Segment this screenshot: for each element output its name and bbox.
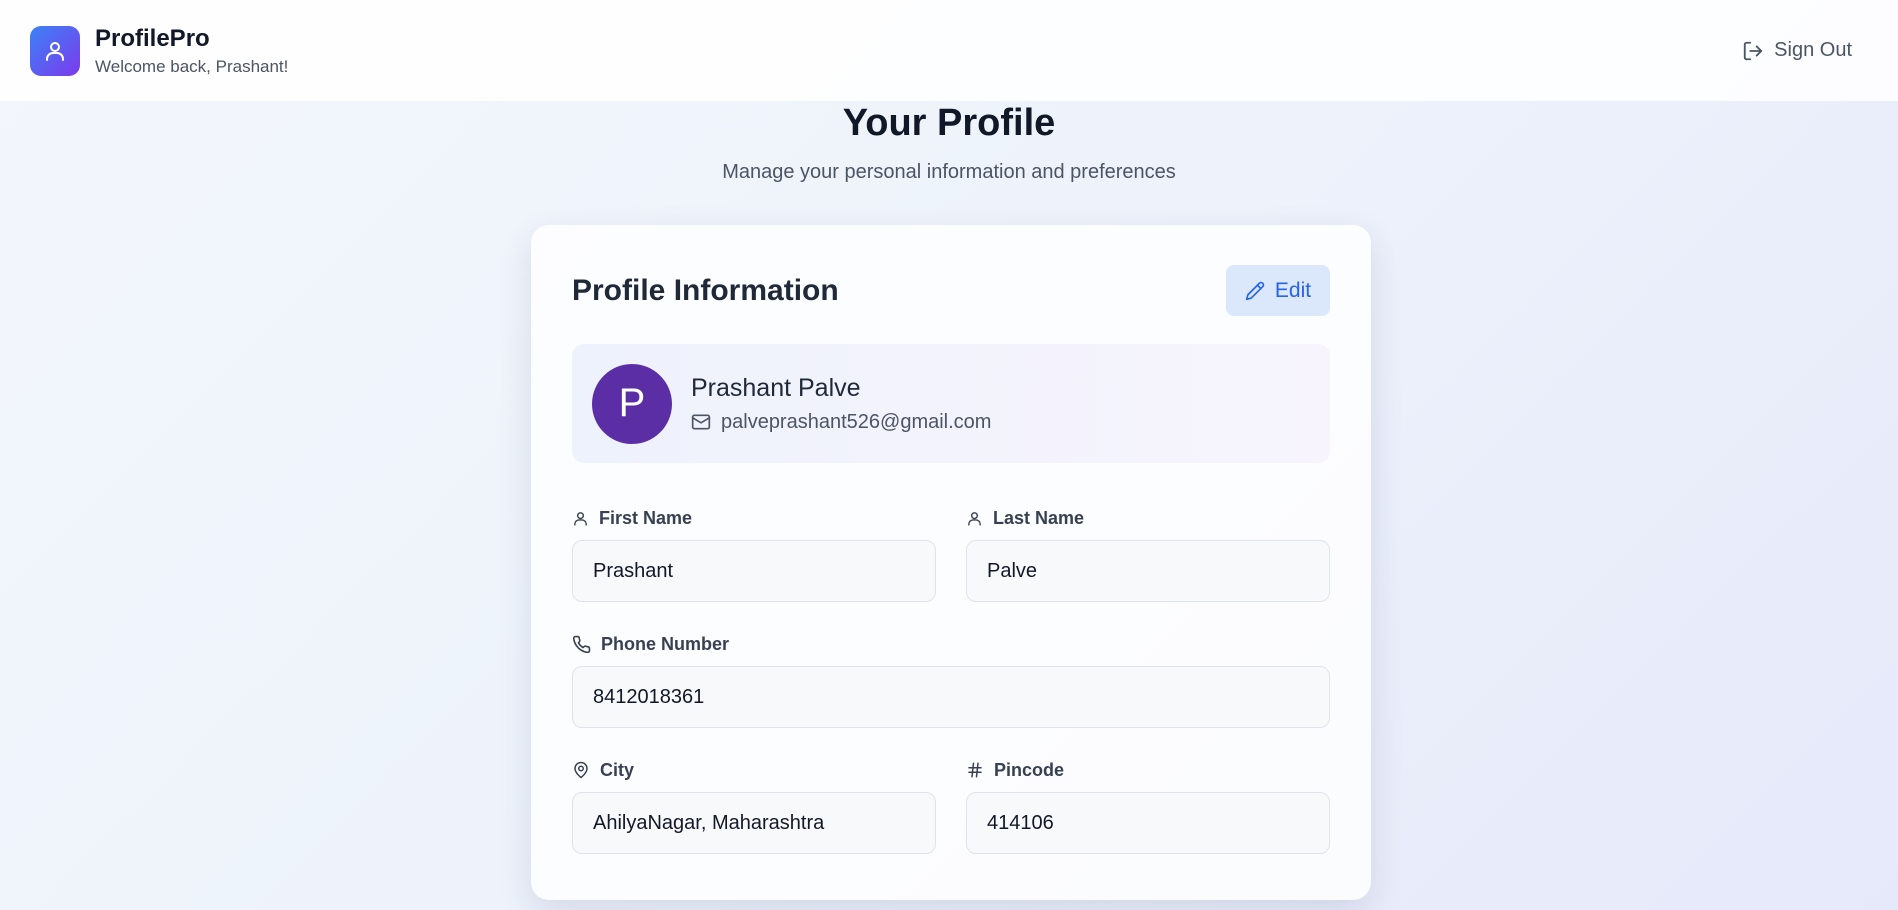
edit-button[interactable]: Edit bbox=[1226, 265, 1330, 316]
user-icon bbox=[574, 511, 587, 526]
mail-icon bbox=[691, 414, 711, 430]
last-name-input[interactable] bbox=[966, 540, 1330, 602]
welcome-message: Welcome back, Prashant! bbox=[95, 56, 289, 76]
pincode-field: Pincode bbox=[966, 759, 1330, 854]
city-input[interactable] bbox=[572, 792, 936, 854]
phone-label: Phone Number bbox=[572, 633, 1330, 655]
first-name-label: First Name bbox=[572, 507, 936, 529]
card-header: Profile Information Edit bbox=[572, 265, 1330, 316]
city-field: City bbox=[572, 759, 936, 854]
profile-card: Profile Information Edit P Prashant Palv… bbox=[531, 225, 1371, 900]
hash-icon bbox=[968, 762, 982, 778]
last-name-label: Last Name bbox=[966, 507, 1330, 529]
user-full-name: Prashant Palve bbox=[691, 373, 861, 402]
phone-icon bbox=[572, 635, 591, 653]
user-email-row: palveprashant526@gmail.com bbox=[691, 411, 991, 434]
phone-field: Phone Number bbox=[572, 633, 1330, 728]
log-out-icon bbox=[1744, 41, 1763, 60]
pencil-icon bbox=[1245, 281, 1265, 300]
top-bar: ProfilePro Welcome back, Prashant! Sign … bbox=[0, 0, 1898, 101]
pincode-label: Pincode bbox=[966, 759, 1330, 781]
user-icon bbox=[46, 41, 64, 61]
user-summary: P Prashant Palve palveprashant526@gmail.… bbox=[572, 344, 1330, 463]
page-header: Your Profile Manage your personal inform… bbox=[0, 100, 1898, 184]
city-label: City bbox=[572, 759, 936, 781]
card-title: Profile Information bbox=[572, 273, 839, 307]
avatar: P bbox=[592, 363, 672, 444]
app-logo bbox=[30, 25, 80, 76]
map-pin-icon bbox=[574, 761, 588, 779]
first-name-field: First Name bbox=[572, 507, 936, 602]
sign-out-button[interactable]: Sign Out bbox=[1742, 39, 1852, 62]
page-subtitle: Manage your personal information and pre… bbox=[722, 161, 1176, 183]
sign-out-label: Sign Out bbox=[1774, 39, 1852, 61]
page-title: Your Profile bbox=[842, 102, 1056, 144]
profile-form: First Name Last Name bbox=[572, 507, 1330, 854]
first-name-input[interactable] bbox=[572, 540, 936, 602]
edit-label: Edit bbox=[1274, 278, 1312, 302]
app-name: ProfilePro bbox=[95, 24, 210, 52]
user-icon bbox=[968, 511, 981, 526]
phone-input[interactable] bbox=[572, 666, 1330, 728]
last-name-field: Last Name bbox=[966, 507, 1330, 602]
pincode-input[interactable] bbox=[966, 792, 1330, 854]
brand: ProfilePro Welcome back, Prashant! bbox=[30, 25, 288, 77]
user-email: palveprashant526@gmail.com bbox=[721, 410, 992, 433]
